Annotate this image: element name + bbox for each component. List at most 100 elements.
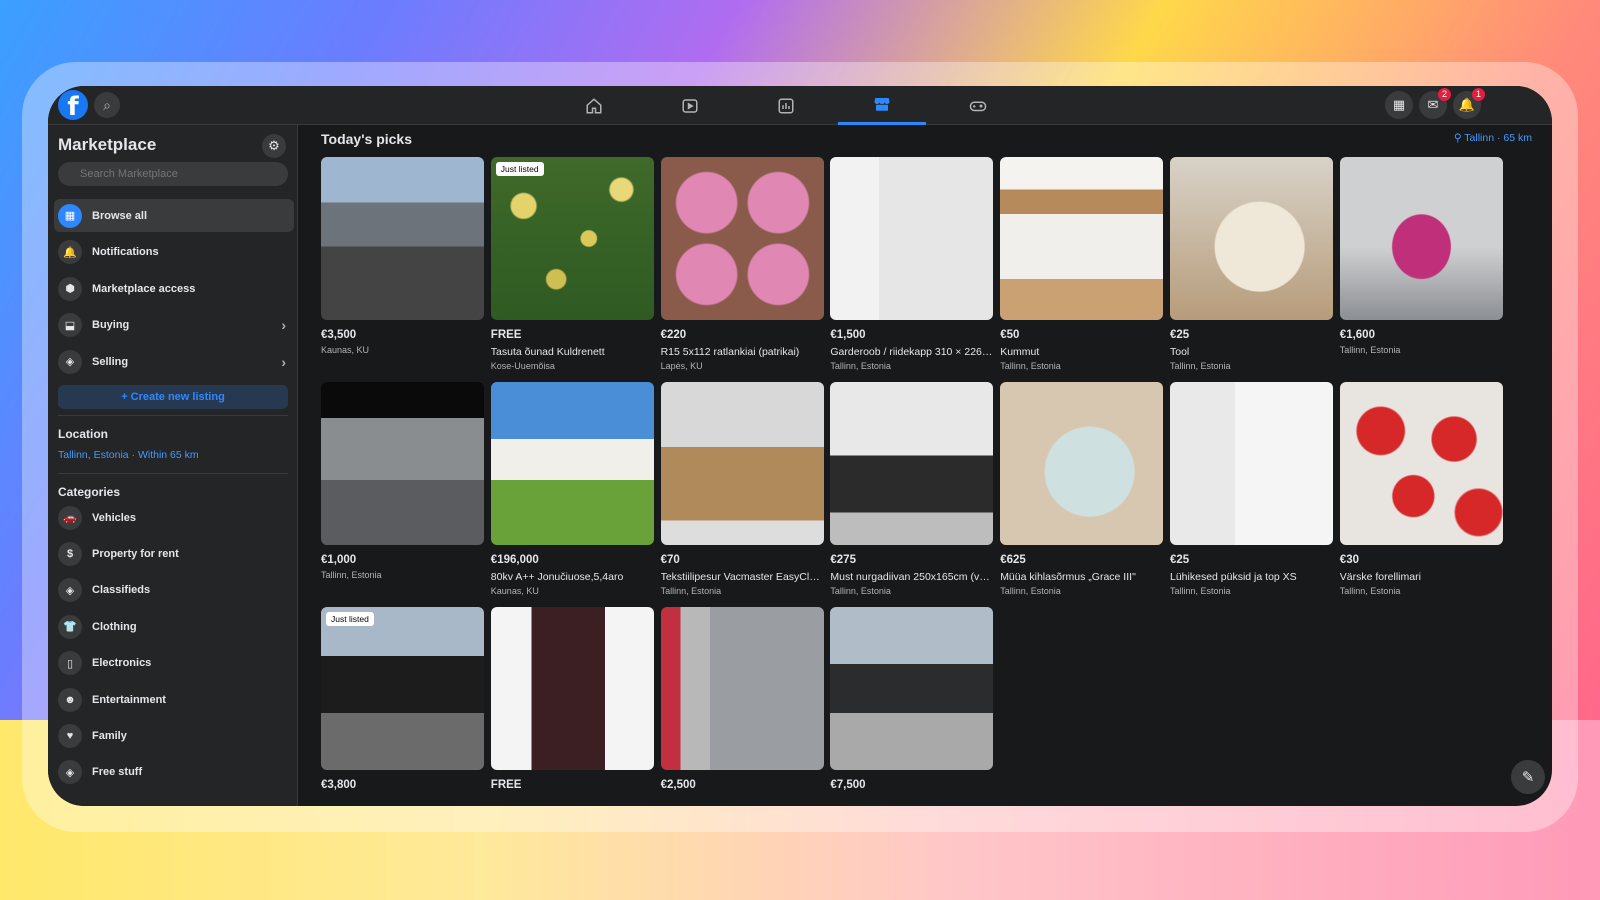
listing-card[interactable]: Just listed €3,800: [321, 607, 484, 794]
listing-photo[interactable]: [660, 607, 824, 770]
listing-card[interactable]: €30 Värske forellimari Tallinn, Estonia: [1339, 382, 1503, 596]
listing-photo[interactable]: [1000, 157, 1164, 320]
listing-location: Tallinn, Estonia: [1170, 586, 1231, 596]
listing-card[interactable]: €1,600 Tallinn, Estonia: [1339, 157, 1503, 355]
shirt-icon: 👕: [58, 614, 82, 639]
listing-price: €50: [1000, 329, 1020, 341]
location-filter-link[interactable]: ⚲ Tallinn · 65 km: [1454, 132, 1532, 144]
listing-card[interactable]: €25 Lühikesed püksid ja top XS Tallinn, Es…: [1170, 382, 1333, 596]
category-label: Clothing: [92, 620, 137, 633]
listing-location: Kose-Uuemõisa: [490, 361, 555, 371]
listing-photo[interactable]: Just listed: [490, 157, 654, 320]
tag-icon: ◈: [58, 349, 82, 374]
search-icon[interactable]: ⌕: [94, 92, 120, 118]
listing-photo[interactable]: [1170, 382, 1333, 545]
listing-location: Tallinn, Estonia: [1000, 361, 1061, 371]
listing-price: €196,000: [490, 554, 539, 566]
chevron-right-icon: ›: [281, 317, 286, 333]
sidebar-item-selling[interactable]: ◈ Selling ›: [54, 345, 294, 378]
listing-photo[interactable]: [321, 157, 484, 320]
nav-feeds-icon[interactable]: [742, 86, 830, 125]
heart-icon: ♥: [58, 723, 82, 748]
listing-price: €1,500: [830, 329, 866, 341]
listing-photo[interactable]: [490, 607, 654, 770]
category-label: Entertainment: [92, 693, 166, 706]
listing-price: €30: [1339, 554, 1359, 566]
category-label: Vehicles: [92, 511, 137, 524]
house-money-icon: $: [58, 541, 82, 566]
nav-home-icon[interactable]: [550, 86, 638, 125]
listing-card[interactable]: €196,000 80kv A++ Jonučiuose,5,4aro Kaunas…: [490, 382, 654, 596]
listing-photo[interactable]: [1339, 157, 1503, 320]
listing-photo[interactable]: [660, 157, 824, 320]
listing-location: Tallinn, Estonia: [1339, 586, 1401, 596]
listing-photo[interactable]: [1170, 157, 1333, 320]
listing-title: Müüa kihlasõrmus „Grace III": [1000, 571, 1136, 583]
main-content: Today's picks ⚲ Tallinn · 65 km €3,500 Ka…: [298, 125, 1552, 806]
category-clothing[interactable]: 👕 Clothing: [54, 610, 294, 643]
category-family[interactable]: ♥ Family: [54, 719, 294, 752]
listing-card[interactable]: €1,500 Garderoob / riidekapp 310 × 226 ..…: [830, 157, 994, 371]
sidebar-item-browse-all[interactable]: ▦ Browse all: [54, 199, 294, 232]
listing-photo[interactable]: [830, 157, 994, 320]
todays-picks-title: Today's picks: [321, 131, 412, 147]
category-property-for-rent[interactable]: $ Property for rent: [54, 537, 294, 570]
listing-card[interactable]: €50 Kummut Tallinn, Estonia: [1000, 157, 1164, 371]
category-electronics[interactable]: ▯ Electronics: [54, 647, 294, 680]
create-new-listing-button[interactable]: + Create new listing: [58, 385, 288, 409]
listing-card[interactable]: €275 Must nurgadiivan 250x165cm (va... Tal…: [830, 382, 994, 596]
category-entertainment[interactable]: ☻ Entertainment: [54, 683, 294, 716]
shield-icon: ⬢: [58, 276, 82, 301]
category-label: Electronics: [92, 657, 152, 670]
listing-price: €1,600: [1339, 329, 1375, 341]
menu-grid-icon[interactable]: ▦: [1385, 91, 1413, 119]
settings-gear-icon[interactable]: ⚙: [262, 134, 286, 158]
sidebar-item-notifications[interactable]: 🔔 Notifications: [54, 236, 294, 269]
listing-card[interactable]: FREE: [490, 607, 654, 794]
listing-price: €70: [660, 554, 680, 566]
listing-card[interactable]: €70 Tekstiilipesur Vacmaster EasyClea... T…: [660, 382, 824, 596]
listing-photo[interactable]: Just listed: [321, 607, 484, 770]
search-marketplace-input[interactable]: [58, 162, 288, 186]
listing-photo[interactable]: [490, 382, 654, 545]
compose-icon[interactable]: ✎: [1511, 760, 1545, 794]
listing-card[interactable]: €25 Tool Tallinn, Estonia: [1170, 157, 1333, 371]
listing-photo[interactable]: [830, 607, 994, 770]
listing-photo[interactable]: [321, 382, 484, 545]
listing-card[interactable]: €7,500: [830, 607, 994, 794]
nav-marketplace-icon[interactable]: [838, 86, 926, 125]
just-listed-badge: Just listed: [495, 162, 544, 176]
category-classifieds[interactable]: ◈ Classifieds: [54, 574, 294, 607]
listing-price: €3,500: [321, 329, 357, 341]
listing-title: Kummut: [1000, 346, 1040, 358]
listing-card[interactable]: Just listed FREE Tasuta õunad Kuldrenett Ko…: [490, 157, 654, 371]
listing-photo[interactable]: [1000, 382, 1164, 545]
sidebar-item-buying[interactable]: ⬓ Buying ›: [54, 309, 294, 342]
listing-card[interactable]: €220 R15 5x112 ratlankiai (patrikai) Lapės…: [660, 157, 824, 371]
tag-icon: ◈: [58, 578, 82, 603]
nav-video-icon[interactable]: [646, 86, 734, 125]
listing-card[interactable]: €1,000 Tallinn, Estonia: [321, 382, 484, 580]
sidebar-item-label: Notifications: [92, 246, 159, 258]
sidebar-item-label: Browse all: [92, 209, 148, 222]
divider: [58, 473, 288, 474]
listing-card[interactable]: €3,500 Kaunas, KU: [321, 157, 484, 355]
listing-photo[interactable]: [1339, 382, 1503, 545]
notifications-bell-icon[interactable]: 🔔 1: [1453, 88, 1485, 119]
category-free-stuff[interactable]: ◈ Free stuff: [54, 756, 294, 789]
car-icon: 🚗: [58, 505, 82, 530]
category-vehicles[interactable]: 🚗 Vehicles: [54, 501, 294, 534]
listing-card[interactable]: €2,500: [660, 607, 824, 794]
listing-location: Tallinn, Estonia: [321, 570, 382, 580]
sidebar-item-marketplace-access[interactable]: ⬢ Marketplace access: [54, 272, 294, 305]
listing-photo[interactable]: [830, 382, 994, 545]
listing-photo[interactable]: [660, 382, 824, 545]
listing-location: Tallinn, Estonia: [1339, 345, 1401, 355]
sidebar-title: Marketplace: [58, 135, 157, 154]
messenger-icon[interactable]: ✉ 2: [1419, 88, 1451, 119]
facebook-logo-icon[interactable]: f: [58, 90, 88, 122]
sidebar-item-label: Buying: [92, 319, 130, 331]
listing-card[interactable]: €625 Müüa kihlasõrmus „Grace III" Tallinn,…: [1000, 382, 1164, 596]
nav-gaming-icon[interactable]: [934, 86, 1022, 125]
location-link[interactable]: Tallinn, Estonia · Within 65 km: [58, 449, 199, 461]
